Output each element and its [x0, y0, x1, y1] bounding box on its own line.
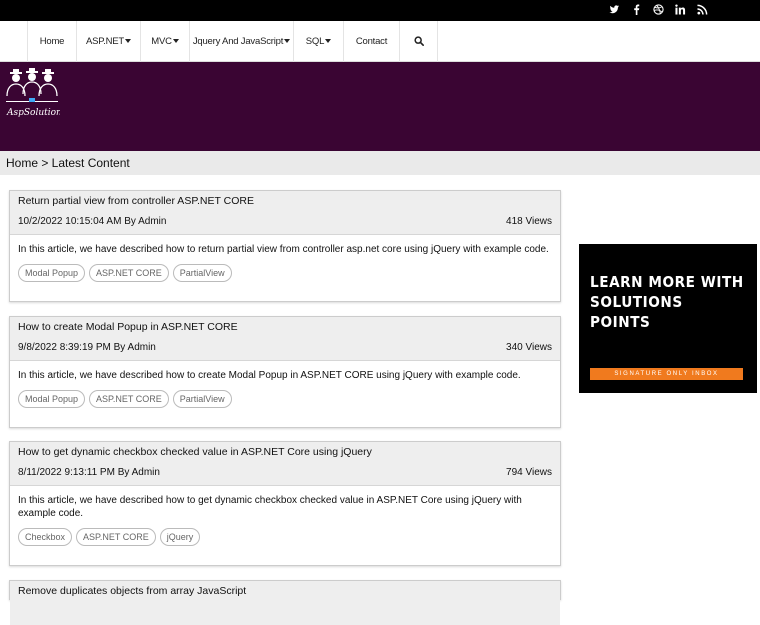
nav-aspnet[interactable]: ASP.NET	[77, 21, 141, 62]
post-title[interactable]: Remove duplicates objects from array Jav…	[18, 585, 246, 597]
linkedin-icon[interactable]	[674, 4, 686, 18]
nav-home[interactable]: Home	[27, 21, 77, 62]
ad-title: LEARN MORE WITH SOLUTIONS POINTS	[590, 273, 744, 331]
breadcrumb-text: Home > Latest Content	[6, 156, 130, 170]
post-views: 794 Views	[506, 467, 552, 478]
ad-banner[interactable]: LEARN MORE WITH SOLUTIONS POINTS SIGNATU…	[579, 244, 757, 393]
main-nav: Home ASP.NET MVC Jquery And JavaScript S…	[0, 21, 760, 62]
caret-down-icon	[125, 39, 132, 44]
tag[interactable]: Modal Popup	[18, 264, 86, 282]
tag[interactable]: ASP.NET CORE	[89, 390, 169, 408]
nav-contact[interactable]: Contact	[344, 21, 400, 62]
dribbble-icon[interactable]	[652, 4, 664, 18]
post-header: How to get dynamic checkbox checked valu…	[10, 442, 560, 486]
post-card: Return partial view from controller ASP.…	[9, 190, 561, 302]
nav-label: ASP.NET	[85, 36, 125, 47]
post-title[interactable]: Return partial view from controller ASP.…	[18, 195, 254, 207]
post-views: 340 Views	[506, 342, 552, 353]
breadcrumb: Home > Latest Content	[0, 151, 760, 175]
ad-cta-bar: SIGNATURE ONLY INBOX	[590, 368, 743, 380]
caret-down-icon	[325, 39, 332, 44]
nav-label: SQL	[305, 36, 325, 47]
nav-label: MVC	[151, 36, 172, 47]
search-icon	[413, 36, 424, 47]
post-header: How to create Modal Popup in ASP.NET COR…	[10, 317, 560, 361]
facebook-icon[interactable]	[630, 4, 642, 18]
ad-subtitle: SIGNATURE ONLY INBOX	[614, 371, 719, 377]
tag[interactable]: jQuery	[159, 528, 201, 546]
nav-sql[interactable]: SQL	[294, 21, 344, 62]
post-title[interactable]: How to get dynamic checkbox checked valu…	[18, 446, 372, 458]
post-summary: In this article, we have described how t…	[18, 495, 522, 519]
header-banner	[0, 62, 760, 151]
nav-label: Contact	[355, 36, 388, 47]
nav-search[interactable]	[400, 21, 438, 62]
post-header: Return partial view from controller ASP.…	[10, 191, 560, 235]
svg-text:AspSolutions: AspSolutions	[6, 108, 60, 118]
post-tags: Checkbox ASP.NET CORE jQuery	[10, 520, 560, 546]
nav-label: Jquery And JavaScript	[192, 36, 284, 47]
post-date: 9/8/2022 8:39:19 PM By Admin	[18, 342, 156, 353]
top-bar	[0, 0, 760, 21]
post-card: How to create Modal Popup in ASP.NET COR…	[9, 316, 561, 428]
twitter-icon[interactable]	[608, 4, 620, 18]
rss-icon[interactable]	[696, 4, 708, 18]
tag[interactable]: Checkbox	[18, 528, 73, 546]
post-views: 418 Views	[506, 216, 552, 227]
post-card: How to get dynamic checkbox checked valu…	[9, 441, 561, 566]
post-tags: Modal Popup ASP.NET CORE PartialView	[10, 256, 560, 282]
post-header: Remove duplicates objects from array Jav…	[10, 581, 560, 625]
tag[interactable]: Modal Popup	[18, 390, 86, 408]
post-date: 10/2/2022 10:15:04 AM By Admin	[18, 216, 167, 227]
tag[interactable]: PartialView	[172, 264, 232, 282]
post-date: 8/11/2022 9:13:11 PM By Admin	[18, 467, 160, 478]
tag[interactable]: PartialView	[172, 390, 232, 408]
site-logo[interactable]: AspSolutions	[4, 68, 67, 120]
post-title[interactable]: How to create Modal Popup in ASP.NET COR…	[18, 321, 238, 333]
tag[interactable]: ASP.NET CORE	[76, 528, 156, 546]
post-card: Remove duplicates objects from array Jav…	[9, 580, 561, 625]
tag[interactable]: ASP.NET CORE	[89, 264, 169, 282]
social-links	[608, 4, 708, 18]
post-summary: In this article, we have described how t…	[18, 244, 549, 255]
nav-mvc[interactable]: MVC	[141, 21, 190, 62]
caret-down-icon	[284, 39, 291, 44]
nav-jquery[interactable]: Jquery And JavaScript	[190, 21, 294, 62]
post-summary: In this article, we have described how t…	[18, 370, 521, 381]
post-tags: Modal Popup ASP.NET CORE PartialView	[10, 382, 560, 408]
caret-down-icon	[172, 39, 179, 44]
nav-label: Home	[39, 36, 65, 47]
